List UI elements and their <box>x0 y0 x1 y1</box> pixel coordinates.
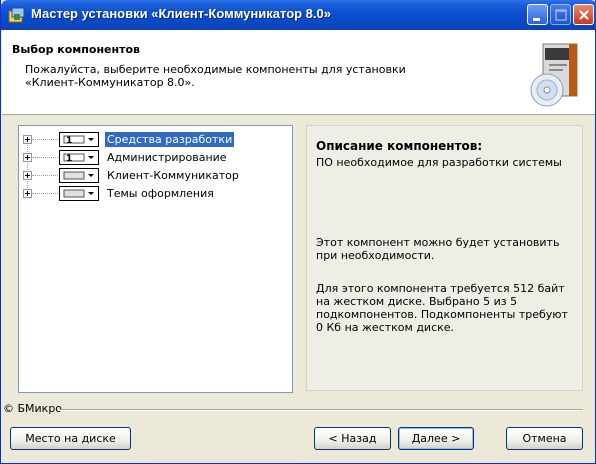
next-button[interactable]: Далее > <box>398 427 474 450</box>
tree-item-development-tools[interactable]: 1 Средства разработки <box>19 131 289 149</box>
brand-label: © БМикро <box>3 402 63 415</box>
header-panel: Выбор компонентов Пожалуйста, выберите н… <box>2 30 595 115</box>
title-bar[interactable]: Мастер установки «Клиент-Коммуникатор 8.… <box>1 0 596 30</box>
install-note-line: при необходимости. <box>316 249 435 262</box>
install-mode-icon: 1 <box>63 135 94 146</box>
installer-window: Мастер установки «Клиент-Коммуникатор 8.… <box>0 0 596 464</box>
footer-divider <box>59 409 583 411</box>
component-drive-icon[interactable] <box>59 186 99 201</box>
component-description-panel: Описание компонентов: ПО необходимое для… <box>306 125 583 391</box>
page-title: Выбор компонентов <box>12 43 140 56</box>
tree-connector <box>32 175 60 177</box>
component-drive-icon[interactable]: 1 <box>59 150 99 165</box>
back-button[interactable]: < Назад <box>314 427 391 450</box>
tree-connector <box>32 157 60 159</box>
installer-icon <box>8 7 25 23</box>
page-description-line: Пожалуйста, выберите необходимые компоне… <box>25 63 406 76</box>
cancel-button[interactable]: Отмена <box>506 427 583 450</box>
svg-text:1: 1 <box>66 154 72 164</box>
disk-space-button[interactable]: Место на диске <box>10 427 131 450</box>
component-drive-icon[interactable] <box>59 168 99 183</box>
tree-item-label[interactable]: Клиент-Коммуникатор <box>105 168 241 183</box>
svg-text:1: 1 <box>66 136 72 146</box>
minimize-button[interactable] <box>527 4 548 25</box>
close-icon <box>579 10 589 20</box>
disk-space-line: подкомпонентов. Подкомпоненты требуют <box>316 308 568 321</box>
window-title: Мастер установки «Клиент-Коммуникатор 8.… <box>31 6 331 21</box>
tree-item-label[interactable]: Темы оформления <box>105 186 216 201</box>
disk-space-line: 0 Кб на жестком диске. <box>316 321 455 334</box>
tree-item-label[interactable]: Средства разработки <box>105 132 235 147</box>
install-mode-icon <box>63 171 94 180</box>
tree-item-administration[interactable]: 1 Администрирование <box>19 149 289 167</box>
tree-item-themes[interactable]: Темы оформления <box>19 185 289 203</box>
disk-space-line: Для этого компонента требуется 512 байт <box>316 282 565 295</box>
component-drive-icon[interactable]: 1 <box>59 132 99 147</box>
tree-item-client-communicator[interactable]: Клиент-Коммуникатор <box>19 167 289 185</box>
tree-connector <box>32 193 60 195</box>
maximize-icon <box>555 9 567 21</box>
minimize-icon <box>533 18 540 21</box>
software-box-icon <box>530 43 578 107</box>
maximize-button[interactable] <box>550 4 571 25</box>
tree-connector <box>32 139 60 141</box>
page-description-line: «Клиент-Коммуникатор 8.0». <box>25 76 195 89</box>
expand-icon[interactable] <box>23 135 32 144</box>
install-note-line: Этот компонент можно будет установить <box>316 236 560 249</box>
expand-icon[interactable] <box>23 153 32 162</box>
description-text: ПО необходимое для разработки системы <box>316 156 562 169</box>
expand-icon[interactable] <box>23 189 32 198</box>
close-button[interactable] <box>573 4 594 25</box>
description-title: Описание компонентов: <box>316 139 483 153</box>
expand-icon[interactable] <box>23 171 32 180</box>
component-tree[interactable]: 1 Средства разработки 1 Администрировани… <box>18 125 293 393</box>
page-description: Пожалуйста, выберите необходимые компоне… <box>25 63 495 89</box>
install-mode-icon: 1 <box>63 153 94 164</box>
disk-space-line: на жестком диске. Выбрано 5 из 5 <box>316 295 518 308</box>
install-mode-icon <box>63 189 94 198</box>
tree-item-label[interactable]: Администрирование <box>105 150 229 165</box>
